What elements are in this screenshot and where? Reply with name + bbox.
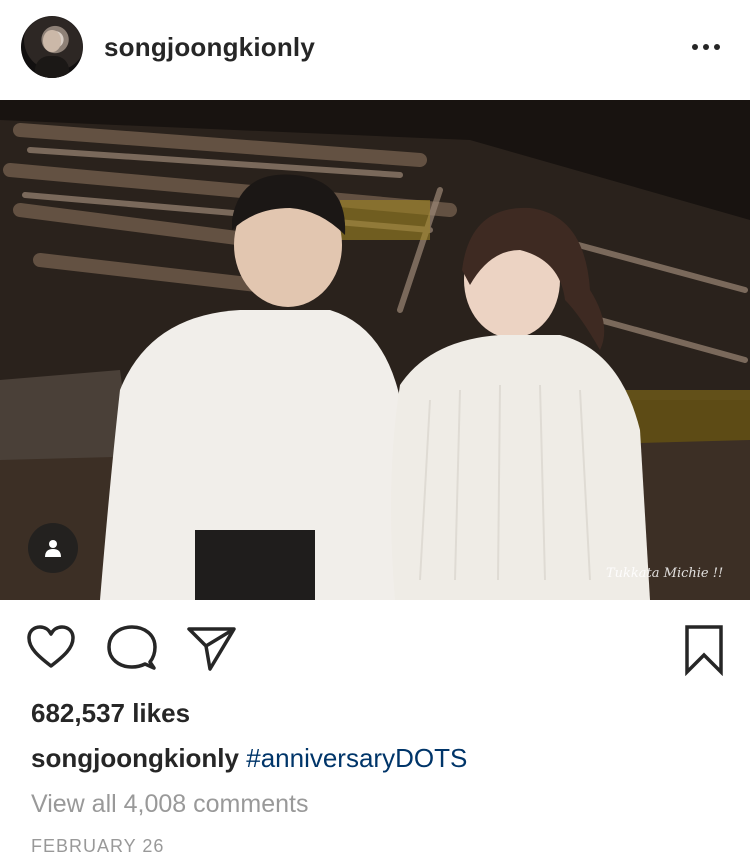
post-photo[interactable]: Tukkata Michie !! — [0, 100, 750, 600]
photo-watermark: Tukkata Michie !! — [606, 566, 724, 581]
more-dot — [703, 44, 709, 50]
photo-scene — [0, 100, 750, 600]
like-count[interactable]: 682,537 likes — [31, 698, 190, 729]
person-icon — [45, 540, 61, 557]
avatar[interactable] — [21, 16, 83, 78]
comment-icon[interactable] — [106, 624, 158, 672]
post-header: songjoongkionly — [0, 0, 750, 100]
caption-hashtag[interactable]: #anniversaryDOTS — [246, 743, 467, 773]
avatar-face — [43, 30, 61, 52]
action-bar — [0, 602, 750, 692]
heart-icon[interactable] — [26, 624, 76, 670]
more-dot — [714, 44, 720, 50]
post-username[interactable]: songjoongkionly — [104, 32, 315, 63]
view-comments-link[interactable]: View all 4,008 comments — [31, 790, 308, 819]
share-icon[interactable] — [186, 624, 238, 672]
avatar-shirt — [35, 56, 69, 78]
bookmark-icon[interactable] — [682, 624, 726, 676]
more-options-icon[interactable] — [686, 36, 726, 58]
caption-username[interactable]: songjoongkionly — [31, 743, 239, 773]
post-caption: songjoongkionly #anniversaryDOTS — [31, 743, 467, 774]
more-dot — [692, 44, 698, 50]
post-date: FEBRUARY 26 — [31, 836, 165, 856]
user-tag-icon[interactable] — [28, 523, 78, 573]
